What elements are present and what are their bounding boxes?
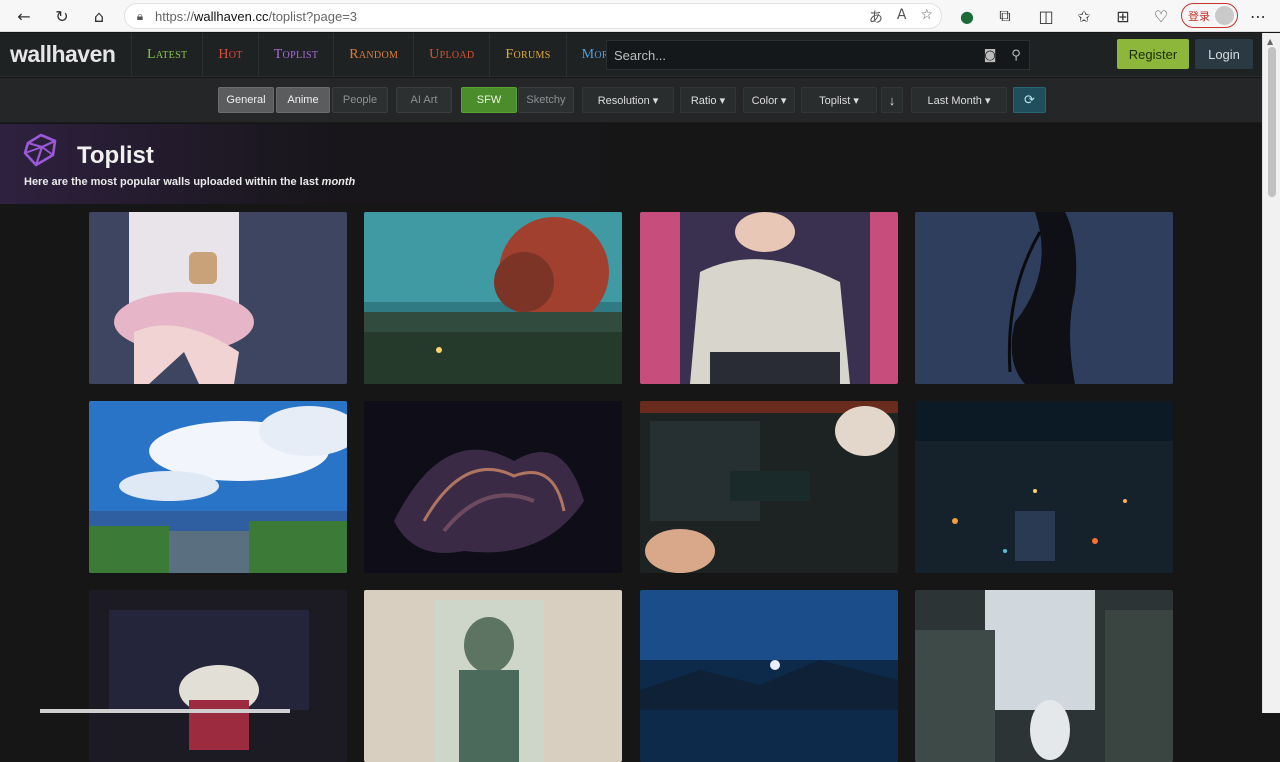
wallpaper-thumb[interactable] — [640, 212, 898, 384]
wallpaper-thumb[interactable] — [89, 401, 347, 573]
filter-ai-art[interactable]: AI Art — [396, 87, 452, 113]
page-subtitle: Here are the most popular walls uploaded… — [24, 176, 356, 188]
browser-login-button[interactable]: 登录 — [1181, 3, 1238, 28]
translate-icon[interactable]: あ — [869, 7, 883, 27]
search-box: ◙ ⚲ — [606, 40, 1030, 70]
avatar — [1215, 6, 1234, 25]
page-title: Toplist — [77, 142, 154, 169]
wallpaper-thumb[interactable] — [89, 212, 347, 384]
url-text: https://wallhaven.cc/toplist?page=3 — [155, 8, 358, 24]
address-bar[interactable]: 🔒︎ https://wallhaven.cc/toplist?page=3 あ… — [124, 3, 942, 29]
site-header: wallhaven Latest Hot Toplist Random Uplo… — [0, 33, 1262, 77]
filter-people[interactable]: People — [332, 87, 388, 113]
favorite-star-icon[interactable]: ☆ — [920, 7, 933, 27]
scroll-up-arrow-icon[interactable]: ▲ — [1267, 37, 1273, 46]
vertical-scrollbar[interactable]: ▲ — [1262, 33, 1280, 713]
color-dropdown[interactable]: Color ▾ — [743, 87, 795, 113]
nav-toplist[interactable]: Toplist — [257, 33, 334, 77]
wallpaper-thumb[interactable] — [640, 590, 898, 762]
range-dropdown[interactable]: Last Month ▾ — [911, 87, 1007, 113]
filter-general[interactable]: General — [218, 87, 274, 113]
scrollbar-thumb[interactable] — [1268, 47, 1276, 197]
horizontal-scrollbar[interactable] — [40, 709, 290, 713]
collections-icon[interactable]: ⊞ — [1111, 4, 1135, 28]
favorites-icon[interactable]: ✩ — [1072, 4, 1096, 28]
camera-icon[interactable]: ◙ — [977, 48, 1003, 63]
nav-random[interactable]: Random — [333, 33, 413, 77]
home-icon[interactable]: ⌂ — [87, 4, 111, 28]
wallpaper-thumb[interactable] — [364, 590, 622, 762]
browser-toolbar: ← ↻ ⌂ 🔒︎ https://wallhaven.cc/toplist?pa… — [0, 0, 1280, 32]
page-heading: Toplist Here are the most popular walls … — [0, 124, 1262, 204]
split-screen-icon[interactable]: ◫ — [1034, 4, 1058, 28]
extension-icon[interactable]: ● — [955, 4, 979, 28]
wallpaper-thumb[interactable] — [915, 590, 1173, 762]
health-icon[interactable]: ♡ — [1149, 4, 1173, 28]
wallpaper-thumb[interactable] — [89, 590, 347, 762]
ratio-dropdown[interactable]: Ratio ▾ — [680, 87, 736, 113]
search-input[interactable] — [607, 47, 977, 63]
back-icon[interactable]: ← — [12, 4, 36, 28]
extensions-puzzle-icon[interactable]: ⧉ — [993, 4, 1017, 28]
filter-sketchy[interactable]: Sketchy — [518, 87, 574, 113]
wallpaper-thumb[interactable] — [640, 401, 898, 573]
diamond-icon — [23, 133, 57, 167]
search-icon[interactable]: ⚲ — [1003, 48, 1029, 63]
main-nav: Latest Hot Toplist Random Upload Forums … — [131, 33, 630, 77]
wallpaper-thumb[interactable] — [915, 401, 1173, 573]
read-aloud-icon[interactable]: A — [897, 7, 907, 27]
reload-icon[interactable]: ↻ — [50, 4, 74, 28]
login-button[interactable]: Login — [1195, 39, 1253, 69]
nav-upload[interactable]: Upload — [413, 33, 489, 77]
nav-latest[interactable]: Latest — [131, 33, 202, 77]
more-menu-icon[interactable]: ⋯ — [1246, 4, 1270, 28]
filter-anime[interactable]: Anime — [276, 87, 330, 113]
lock-icon: 🔒︎ — [136, 8, 144, 23]
resolution-dropdown[interactable]: Resolution ▾ — [582, 87, 674, 113]
nav-forums[interactable]: Forums — [489, 33, 565, 77]
filter-bar: General Anime People AI Art SFW Sketchy … — [0, 78, 1262, 123]
nav-hot[interactable]: Hot — [202, 33, 257, 77]
wallpaper-thumb[interactable] — [364, 401, 622, 573]
wallpaper-thumb[interactable] — [364, 212, 622, 384]
filter-sfw[interactable]: SFW — [461, 87, 517, 113]
sort-dropdown[interactable]: Toplist ▾ — [801, 87, 877, 113]
site-logo[interactable]: wallhaven — [10, 41, 116, 68]
refresh-icon[interactable]: ⟳ — [1013, 87, 1046, 113]
sort-order-icon[interactable]: ↓ — [881, 87, 903, 113]
wallpaper-thumb[interactable] — [915, 212, 1173, 384]
register-button[interactable]: Register — [1117, 39, 1189, 69]
